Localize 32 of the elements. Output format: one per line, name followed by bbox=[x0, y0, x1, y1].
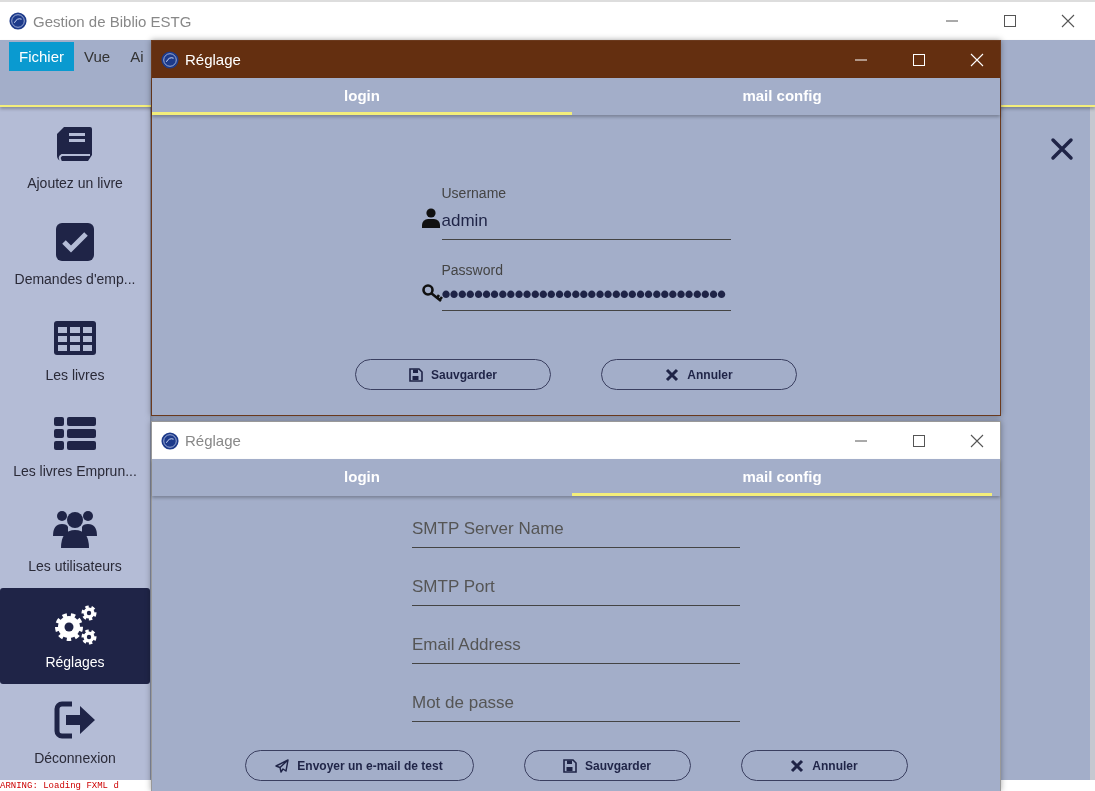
floppy-icon bbox=[409, 367, 423, 382]
menu-item[interactable]: Vue bbox=[74, 42, 121, 71]
user-icon bbox=[421, 208, 440, 228]
field-label: Password bbox=[441, 262, 504, 278]
input-field[interactable]: SMTP Port bbox=[412, 568, 740, 606]
sidebar-item[interactable]: Les livres Emprun... bbox=[0, 396, 150, 493]
key-icon bbox=[421, 283, 444, 303]
sidebar-item[interactable]: Ajoutez un livre bbox=[0, 109, 150, 205]
password-field[interactable]: ••••••••••••••••••••••••••••••••••• bbox=[441, 282, 731, 311]
input-field[interactable]: admin bbox=[441, 205, 731, 240]
x-icon bbox=[665, 367, 680, 382]
field-label: Username bbox=[441, 185, 508, 201]
x-icon bbox=[790, 758, 805, 773]
logo-icon bbox=[161, 50, 179, 69]
input-field[interactable]: Email Address bbox=[412, 626, 740, 664]
paper-plane-icon bbox=[275, 758, 290, 773]
dialog-title: Réglage bbox=[185, 432, 241, 449]
input-field[interactable]: Mot de passe bbox=[412, 684, 740, 722]
sidebar-item[interactable]: Réglages bbox=[0, 588, 150, 685]
sidebar-item[interactable]: Les utilisateurs bbox=[0, 492, 150, 589]
dialog-title: Réglage bbox=[185, 51, 241, 68]
floppy-icon bbox=[563, 758, 577, 773]
sidebar-item[interactable]: Les livres bbox=[0, 300, 150, 397]
window-title: Gestion de Biblio ESTG bbox=[33, 12, 192, 30]
menu-item[interactable]: Ai bbox=[120, 42, 154, 71]
console-text: ARNING: Loading FXML d bbox=[0, 781, 120, 791]
logo-icon bbox=[9, 12, 27, 30]
sidebar-item[interactable]: Demandes d'emp... bbox=[0, 204, 150, 301]
logo-icon bbox=[161, 431, 179, 450]
input-field[interactable]: SMTP Server Name bbox=[412, 510, 740, 548]
close-icon[interactable] bbox=[1050, 137, 1074, 161]
sidebar-item[interactable]: Déconnexion bbox=[0, 684, 150, 780]
